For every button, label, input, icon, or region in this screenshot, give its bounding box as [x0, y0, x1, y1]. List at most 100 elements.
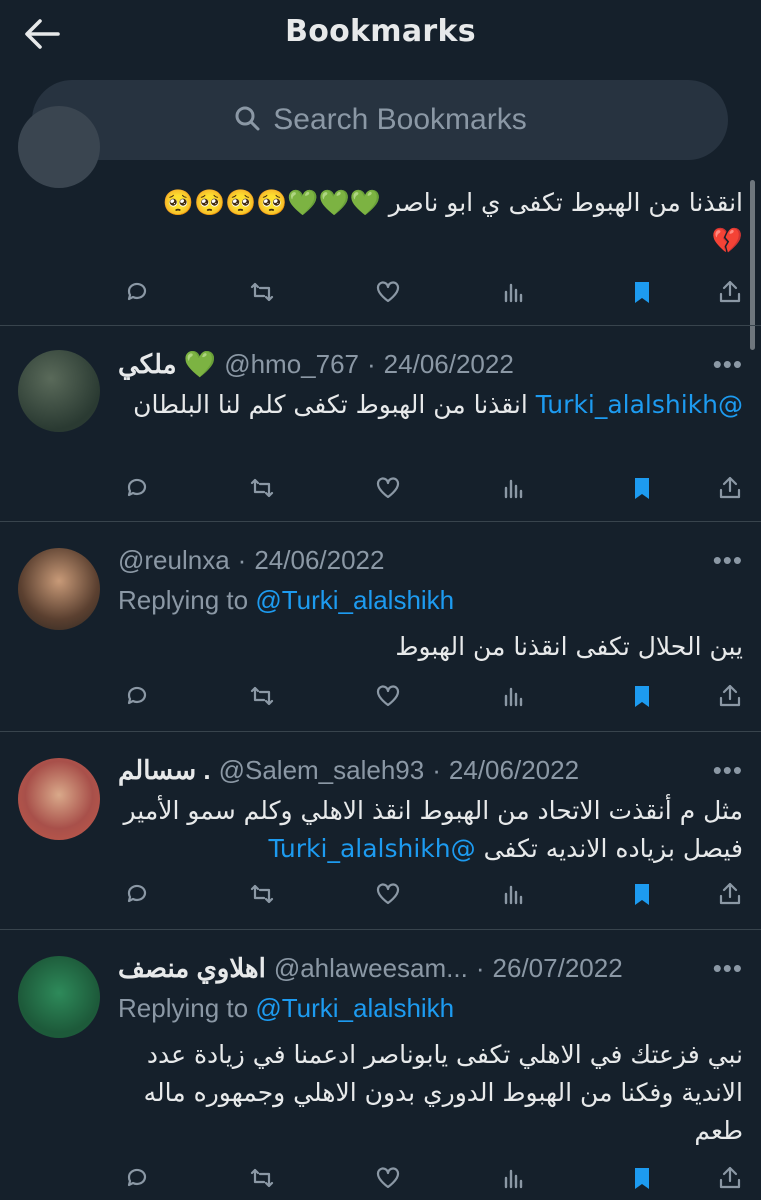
tweet-text: @Turki_alalshikh انقذنا من الهبوط تكفى ك… [118, 386, 743, 424]
share-icon-svg [719, 1166, 741, 1189]
tweet-item[interactable]: ملكي 💚 @hmo_767 · 24/06/2022 ••• @Turki_… [0, 326, 761, 522]
avatar[interactable] [18, 956, 100, 1038]
reply-icon-svg [127, 686, 147, 705]
handle[interactable]: @ahlaweesam... [274, 953, 468, 984]
top-bar: Bookmarks [0, 0, 761, 72]
heart-icon[interactable] [368, 676, 408, 716]
views-icon-svg [504, 283, 523, 303]
mention-link[interactable]: @Turki_alalshikh [255, 993, 454, 1023]
handle[interactable]: @Salem_saleh93 [219, 755, 425, 786]
tweet-text: انقذنا من الهبوط تكفى ي ابو ناصر 💚💚💚🥺🥺🥺🥺… [162, 188, 743, 255]
mention-link[interactable]: @Turki_alalshikh [536, 390, 743, 419]
heart-icon[interactable] [368, 272, 408, 312]
date[interactable]: 24/06/2022 [254, 545, 384, 576]
handle[interactable]: @hmo_767 [224, 349, 359, 380]
reply-icon[interactable] [118, 272, 158, 312]
bookmark-icon[interactable] [622, 272, 662, 312]
mention-link[interactable]: @Turki_alalshikh [255, 585, 454, 615]
avatar[interactable] [18, 106, 100, 188]
mention-link[interactable]: @Turki_alalshikh [268, 834, 475, 863]
replying-label: Replying to [118, 993, 249, 1023]
tweet-meta: @reulnxa · 24/06/2022 ••• [118, 540, 743, 580]
reply-icon-svg [127, 1168, 147, 1187]
replying-to: Replying to @Turki_alalshikh [118, 580, 743, 620]
bookmark-icon-svg [635, 1168, 649, 1189]
bookmark-icon-svg [635, 686, 649, 707]
bookmark-icon[interactable] [622, 874, 662, 914]
reply-icon[interactable] [118, 676, 158, 716]
tweet-actions [118, 272, 744, 312]
more-icon[interactable]: ••• [713, 755, 743, 786]
heart-icon-svg [376, 685, 400, 707]
heart-icon[interactable] [368, 874, 408, 914]
retweet-icon[interactable] [242, 1158, 282, 1198]
bookmark-icon-svg [635, 478, 649, 499]
share-icon[interactable] [710, 272, 750, 312]
share-icon[interactable] [710, 468, 750, 508]
date[interactable]: 24/06/2022 [384, 349, 514, 380]
bookmark-icon[interactable] [622, 468, 662, 508]
tweet-meta: ملكي 💚 @hmo_767 · 24/06/2022 ••• [118, 344, 743, 384]
tweet-actions [118, 468, 744, 508]
tweet-item[interactable]: سسالم . @Salem_saleh93 · 24/06/2022 ••• … [0, 732, 761, 930]
retweet-icon[interactable] [242, 874, 282, 914]
tweet-item[interactable]: اهلاوي منصف @ahlaweesam... · 26/07/2022 … [0, 930, 761, 1200]
heart-icon-svg [376, 281, 400, 303]
share-icon[interactable] [710, 676, 750, 716]
reply-icon-svg [127, 478, 147, 497]
reply-icon-svg [127, 884, 147, 903]
retweet-icon-svg [250, 478, 274, 498]
separator: · [475, 952, 485, 983]
display-name: اهلاوي منصف [118, 952, 266, 983]
tweet-actions [118, 1158, 744, 1198]
views-icon[interactable] [493, 272, 533, 312]
display-name: سسالم . [118, 754, 211, 785]
avatar[interactable] [18, 350, 100, 432]
search-placeholder: Search Bookmarks [273, 103, 527, 136]
views-icon-svg [504, 687, 523, 707]
date[interactable]: 26/07/2022 [493, 953, 623, 984]
heart-icon[interactable] [368, 1158, 408, 1198]
heart-icon-svg [376, 883, 400, 905]
tweet-text: نبي فزعتك في الاهلي تكفى يابوناصر ادعمنا… [143, 1040, 743, 1145]
bookmark-icon[interactable] [622, 676, 662, 716]
bookmark-icon[interactable] [622, 1158, 662, 1198]
handle[interactable]: @reulnxa [118, 545, 230, 576]
separator: · [367, 348, 376, 379]
retweet-icon-svg [250, 282, 274, 302]
more-icon[interactable]: ••• [713, 349, 743, 380]
date[interactable]: 24/06/2022 [449, 755, 579, 786]
share-icon-svg [719, 882, 741, 905]
retweet-icon[interactable] [242, 468, 282, 508]
avatar[interactable] [18, 758, 100, 840]
more-icon[interactable]: ••• [713, 545, 743, 576]
share-icon[interactable] [710, 1158, 750, 1198]
retweet-icon[interactable] [242, 272, 282, 312]
page-title: Bookmarks [285, 14, 476, 49]
heart-icon[interactable] [368, 468, 408, 508]
tweet-meta: سسالم . @Salem_saleh93 · 24/06/2022 ••• [118, 750, 743, 790]
retweet-icon-svg [250, 686, 274, 706]
share-icon[interactable] [710, 874, 750, 914]
more-icon[interactable]: ••• [713, 953, 743, 984]
tweet-text: مثل م أنقذت الاتحاد من الهبوط انقذ الاهل… [118, 792, 743, 868]
tweet-item[interactable]: @reulnxa · 24/06/2022 ••• Replying to @T… [0, 522, 761, 732]
search-input[interactable]: Search Bookmarks [32, 80, 728, 160]
tweet-meta: اهلاوي منصف @ahlaweesam... · 26/07/2022 … [118, 948, 743, 988]
views-icon[interactable] [493, 874, 533, 914]
retweet-icon[interactable] [242, 676, 282, 716]
display-name: ملكي 💚 [118, 348, 217, 379]
reply-icon[interactable] [118, 874, 158, 914]
bookmark-icon-svg [635, 282, 649, 303]
heart-icon-svg [376, 477, 400, 499]
views-icon[interactable] [493, 468, 533, 508]
avatar[interactable] [18, 548, 100, 630]
views-icon-svg [504, 1169, 523, 1189]
reply-icon[interactable] [118, 1158, 158, 1198]
reply-icon[interactable] [118, 468, 158, 508]
tweet-actions [118, 874, 744, 914]
separator: · [237, 544, 247, 575]
views-icon[interactable] [493, 676, 533, 716]
tweet-item[interactable]: انقذنا من الهبوط تكفى ي ابو ناصر 💚💚💚🥺🥺🥺🥺… [0, 106, 761, 326]
views-icon[interactable] [493, 1158, 533, 1198]
